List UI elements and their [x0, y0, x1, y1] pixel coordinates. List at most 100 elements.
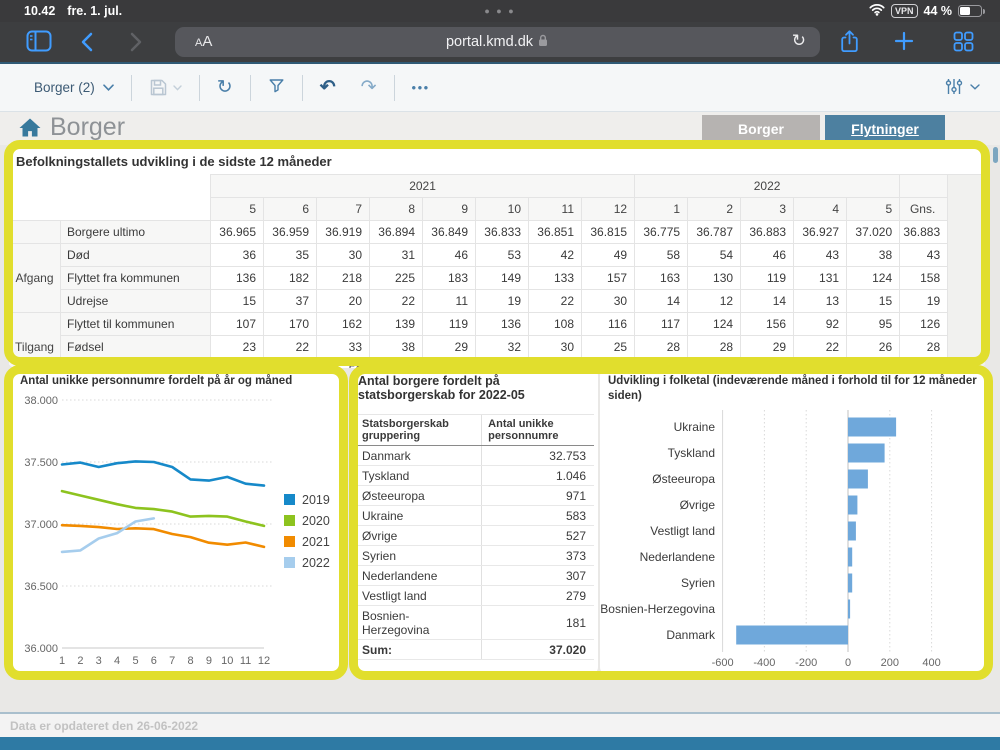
data-updated-status: Data er opdateret den 26-06-2022	[10, 719, 198, 733]
table-cell: 22	[370, 290, 423, 313]
table-cell: 22	[264, 336, 317, 359]
save-button[interactable]	[149, 78, 182, 97]
table-cell: 28	[635, 336, 688, 359]
table-cell: 157	[582, 267, 635, 290]
table-cell: 30	[582, 290, 635, 313]
category-label: Syrien	[681, 576, 715, 590]
citizenship-row: Ukraine583	[356, 506, 594, 526]
tab-borger[interactable]: Borger	[702, 115, 820, 143]
dashboard-content: Befolkningstallets udvikling i de sidste…	[0, 145, 1000, 712]
citizenship-row: Bosnien-Herzegovina181	[356, 606, 594, 640]
back-button[interactable]	[80, 32, 93, 57]
view-options-button[interactable]	[945, 78, 980, 95]
month-header-row: 5678910111212345Gns.	[9, 198, 986, 221]
x-tick-label: 4	[114, 655, 120, 667]
table-cell: 53	[476, 244, 529, 267]
row-label: Udrejse	[61, 290, 211, 313]
citizenship-table: Statsborgerskab grupperingAntal unikke p…	[356, 414, 594, 660]
table-cell: 116	[582, 313, 635, 336]
view-selector[interactable]: Borger (2)	[34, 80, 114, 95]
bar-2	[848, 470, 868, 489]
refresh-button[interactable]: ↻	[217, 78, 233, 97]
table-cell: 93	[741, 359, 794, 369]
y-tick-label: 36.500	[24, 581, 58, 593]
new-tab-icon[interactable]	[894, 31, 914, 56]
page-title: Borger	[50, 113, 125, 142]
row-group-label	[9, 221, 61, 244]
table-cell: 22	[529, 290, 582, 313]
table-cell: 130	[688, 267, 741, 290]
table-cell: 36	[211, 244, 264, 267]
line-chart-title: Antal unikke personnumre fordelt på år o…	[20, 374, 292, 389]
category-label: Ukraine	[674, 420, 716, 434]
share-icon[interactable]	[839, 29, 860, 59]
table-cell: 36.775	[635, 221, 688, 244]
funnel-icon	[268, 77, 285, 94]
tab-flytninger[interactable]: Flytninger	[825, 115, 945, 143]
table-cell: 225	[370, 267, 423, 290]
table-cell: 46	[423, 244, 476, 267]
toolbar-divider	[131, 75, 132, 101]
table-cell: 13	[794, 290, 847, 313]
table-cell: 28	[688, 336, 741, 359]
table-cell: 12	[688, 290, 741, 313]
x-tick-label: -200	[795, 657, 817, 669]
x-tick-label: 10	[221, 655, 233, 667]
chevron-down-icon	[173, 85, 182, 91]
avg-header: Gns.	[900, 198, 948, 221]
month-header: 2	[688, 198, 741, 221]
toolbar-divider	[250, 75, 251, 101]
filter-button[interactable]	[268, 77, 285, 99]
x-tick-label: 6	[151, 655, 157, 667]
month-header: 11	[529, 198, 582, 221]
filler-column	[948, 175, 986, 369]
table-cell: 108	[529, 313, 582, 336]
x-tick-label: 12	[258, 655, 270, 667]
table-cell: 136	[476, 313, 529, 336]
sidebar-icon[interactable]	[26, 30, 52, 57]
table-cell: 182	[264, 267, 317, 290]
scrollbar-thumb[interactable]	[993, 147, 998, 163]
table-cell: 117	[635, 313, 688, 336]
table-cell: 46	[741, 244, 794, 267]
chevron-down-icon	[103, 84, 114, 91]
undo-button[interactable]: ↶	[320, 78, 336, 97]
bar-4	[848, 522, 856, 541]
forward-button[interactable]	[130, 32, 143, 57]
table-cell: 36.883	[741, 221, 794, 244]
table-cell: 58	[635, 244, 688, 267]
more-button[interactable]: •••	[412, 80, 430, 95]
bar-6	[848, 574, 852, 593]
redo-button[interactable]: ↷	[361, 78, 377, 97]
month-header: 9	[423, 198, 476, 221]
table-cell: 124	[847, 267, 900, 290]
tab-overview-icon[interactable]	[953, 31, 974, 57]
x-tick-label: 9	[206, 655, 212, 667]
vpn-badge: VPN	[891, 4, 918, 18]
table-cell: 170	[264, 313, 317, 336]
legend-label: 2021	[302, 535, 330, 549]
battery-percent: 44 %	[924, 4, 953, 18]
reload-button[interactable]: ↻	[792, 31, 806, 51]
home-icon[interactable]	[18, 117, 42, 143]
toolbar-divider	[199, 75, 200, 101]
table-cell: 107	[211, 313, 264, 336]
row-label: Død	[61, 244, 211, 267]
table-cell: 36.927	[794, 221, 847, 244]
table-cell: 133	[529, 267, 582, 290]
citizenship-row: Syrien373	[356, 546, 594, 566]
row-label: Indrejse og Genindrejse	[61, 359, 211, 369]
table-cell: 131	[794, 267, 847, 290]
month-header: 7	[317, 198, 370, 221]
table-cell: 37	[264, 290, 317, 313]
table-cell: 41	[476, 359, 529, 369]
address-bar[interactable]: AA portal.kmd.dk ↻	[175, 27, 820, 57]
multitask-dots-icon: ● ● ●	[0, 6, 1000, 16]
table-cell: 43	[794, 244, 847, 267]
table-cell: 30	[529, 336, 582, 359]
citizenship-row: Østeeuropa971	[356, 486, 594, 506]
bar-chart-title: Udvikling i folketal (indeværende måned …	[608, 374, 980, 404]
table-cell: 36.883	[900, 221, 948, 244]
month-header: 8	[370, 198, 423, 221]
series-line-2019	[62, 461, 264, 485]
